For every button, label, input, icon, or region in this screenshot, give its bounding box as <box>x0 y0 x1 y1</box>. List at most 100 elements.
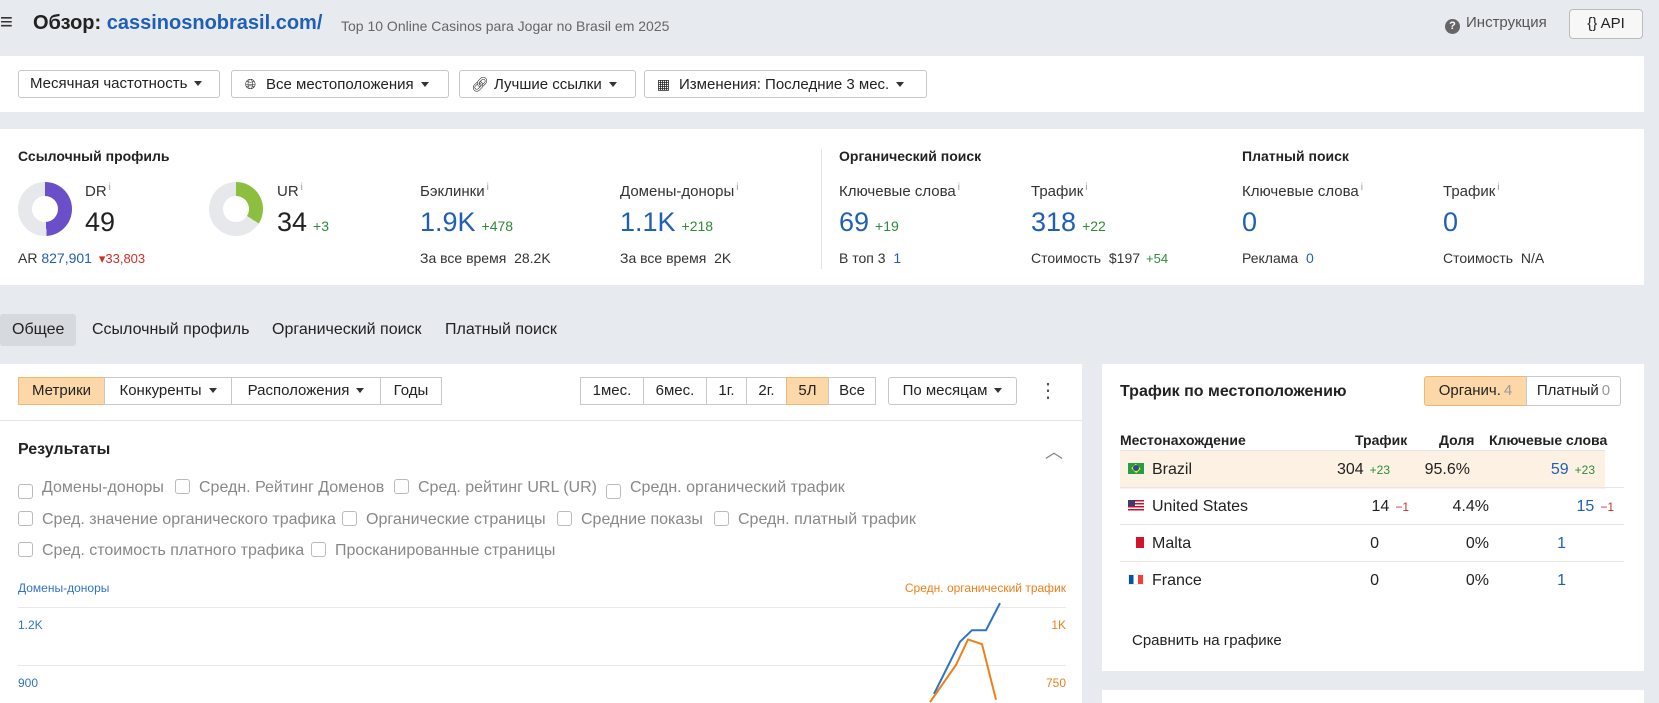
checkbox-crawled-pages[interactable]: Просканированные страницы <box>311 542 555 560</box>
checkbox-organic-traffic-value[interactable]: Сред. значение органического трафика <box>18 511 336 529</box>
metrics-mode-button[interactable]: Метрики <box>18 377 105 405</box>
top3-row: В топ 3 1 <box>839 250 902 266</box>
checkbox-avg-paid-traffic[interactable]: Средн. платный трафик <box>714 511 916 529</box>
link-icon: 🔗︎ <box>471 76 489 92</box>
keywords-value[interactable]: 15 <box>1577 498 1595 515</box>
frequency-filter-label: Месячная частотность <box>30 75 188 92</box>
help-link[interactable]: ? Инструкция <box>1445 14 1547 34</box>
period-6m-button[interactable]: 6мес. <box>643 377 707 405</box>
paid-keywords-value[interactable]: 0 <box>1242 207 1257 238</box>
checkbox-avg-organic-traffic[interactable]: ✓ Средн. органический трафик <box>606 479 845 499</box>
share-cell: 95.6% <box>1424 461 1470 478</box>
checkbox-avg-ur[interactable]: Сред. рейтинг URL (UR) <box>394 479 597 497</box>
column-header-keywords[interactable]: Ключевые слова <box>1489 432 1607 448</box>
ads-value[interactable]: 0 <box>1306 250 1314 266</box>
checkbox-avg-impressions[interactable]: Средние показы <box>557 511 703 529</box>
checkbox-avg-paid-cost[interactable]: Сред. стоимость платного трафика <box>18 542 304 560</box>
period-all-button[interactable]: Все <box>828 377 876 405</box>
country-cell[interactable]: Brazil <box>1128 461 1192 479</box>
page-title-prefix: Обзор: <box>33 12 102 34</box>
series-line-1 <box>929 638 997 703</box>
country-cell[interactable]: France <box>1128 572 1202 590</box>
backlinks-value[interactable]: 1.9K +478 <box>420 207 513 238</box>
years-mode-button[interactable]: Годы <box>380 377 442 405</box>
hamburger-menu-icon[interactable]: ≡ <box>0 11 13 33</box>
table-row[interactable]: France 0 0% 1 <box>1120 561 1624 600</box>
ar-value[interactable]: 827,901 <box>41 250 92 266</box>
share-cell: 0% <box>1465 535 1489 552</box>
next-panel <box>1102 690 1644 703</box>
period-5y-button[interactable]: 5Л <box>786 377 829 405</box>
divider <box>0 420 1082 421</box>
top3-value[interactable]: 1 <box>893 250 901 266</box>
divider <box>821 149 822 269</box>
dr-value: 49 <box>85 207 116 237</box>
keywords-value[interactable]: 1 <box>1557 572 1566 589</box>
organic-traffic-value[interactable]: 318 +22 <box>1031 207 1106 238</box>
table-row[interactable]: Brazil 304 +23 95.6% 59 +23 <box>1120 450 1605 489</box>
period-1y-button[interactable]: 1г. <box>706 377 747 405</box>
organic-keywords-value[interactable]: 69 +19 <box>839 207 899 238</box>
country-name: United States <box>1152 498 1249 515</box>
links-filter-dropdown[interactable]: 🔗︎ Лучшие ссылки <box>459 70 636 98</box>
question-circle-icon: ? <box>1445 19 1460 34</box>
chart-panel: Метрики Конкуренты Расположения Годы 1ме… <box>0 364 1082 703</box>
tab-link-profile[interactable]: Ссылочный профиль <box>80 314 261 346</box>
period-1m-button[interactable]: 1мес. <box>580 377 644 405</box>
country-name: Malta <box>1152 535 1192 552</box>
left-tick-label: 900 <box>18 676 39 690</box>
paid-cost-row: Стоимость N/A <box>1443 250 1545 266</box>
chevron-up-icon[interactable]: ︿ <box>1045 438 1063 464</box>
checkbox-ref-domains[interactable]: ✓ Домены-доноры <box>18 479 164 499</box>
link-profile-title: Ссылочный профиль <box>18 148 170 164</box>
ar-delta: ▾33,803 <box>98 251 146 266</box>
ref-domains-all-time: За все время 2K <box>620 250 732 266</box>
column-header-traffic[interactable]: Трафик <box>1355 432 1407 448</box>
keywords-value[interactable]: 1 <box>1557 535 1566 552</box>
tab-paid-search[interactable]: Платный поиск <box>433 314 569 346</box>
ref-domains-delta: +218 <box>681 218 714 234</box>
granularity-dropdown[interactable]: По месяцам <box>888 377 1017 405</box>
more-options-icon[interactable]: ⋮ <box>1038 381 1058 401</box>
gridline <box>18 665 1066 666</box>
checkbox-organic-pages[interactable]: Органические страницы <box>342 511 546 529</box>
paid-traffic-value[interactable]: 0 <box>1443 207 1458 238</box>
location-filter-dropdown[interactable]: 🌐︎ Все местоположения <box>231 70 449 98</box>
keywords-delta: +23 <box>1574 463 1595 477</box>
column-header-share[interactable]: Доля <box>1439 432 1474 448</box>
table-row[interactable]: United States 14 −1 4.4% 15 −1 <box>1120 487 1624 526</box>
table-row[interactable]: Malta 0 0% 1 <box>1120 524 1624 563</box>
checkbox-avg-dr[interactable]: Средн. Рейтинг Доменов <box>175 479 384 497</box>
paid-toggle-button[interactable]: Платный 0 <box>1526 376 1621 406</box>
period-2y-button[interactable]: 2г. <box>746 377 787 405</box>
column-header-location[interactable]: Местонахождение <box>1120 432 1246 448</box>
api-button[interactable]: {} API <box>1569 9 1643 39</box>
page-title-domain[interactable]: cassinosnobrasil.com/ <box>107 12 323 34</box>
country-cell[interactable]: United States <box>1128 498 1248 516</box>
traffic-cell: 0 <box>1370 535 1379 552</box>
dr-ring-chart <box>18 182 72 236</box>
ur-label: UR i <box>277 182 303 200</box>
competitors-mode-button[interactable]: Конкуренты <box>104 377 232 405</box>
info-icon: i <box>1497 182 1500 193</box>
filter-bar: Месячная частотность 🌐︎ Все местоположени… <box>0 56 1644 112</box>
locations-mode-button[interactable]: Расположения <box>231 377 381 405</box>
backlinks-delta: +478 <box>481 218 514 234</box>
frequency-filter-dropdown[interactable]: Месячная частотность <box>18 70 220 98</box>
tab-organic-search[interactable]: Органический поиск <box>260 314 434 346</box>
calendar-icon: ▦ <box>656 76 671 92</box>
compare-on-chart-link[interactable]: Сравнить на графике <box>1132 632 1282 649</box>
tab-overview[interactable]: Общее <box>0 314 77 346</box>
organic-toggle-button[interactable]: Органич. 4 <box>1424 376 1527 406</box>
keywords-cell: 1 <box>1557 535 1566 553</box>
keywords-value[interactable]: 59 <box>1551 461 1569 478</box>
keywords-cell: 15 −1 <box>1577 498 1614 516</box>
ref-domains-value[interactable]: 1.1K +218 <box>620 207 713 238</box>
country-cell[interactable]: Malta <box>1128 535 1191 553</box>
metrics-summary-panel: Ссылочный профиль DR i 49 AR 827,901 ▾33,… <box>0 129 1644 285</box>
changes-filter-dropdown[interactable]: ▦ Изменения: Последние 3 мес. <box>644 70 927 98</box>
globe-icon: 🌐︎ <box>244 76 257 92</box>
us-flag-icon <box>1128 500 1144 511</box>
ar-row: AR 827,901 ▾33,803 <box>18 250 145 267</box>
keywords-cell: 1 <box>1557 572 1566 590</box>
